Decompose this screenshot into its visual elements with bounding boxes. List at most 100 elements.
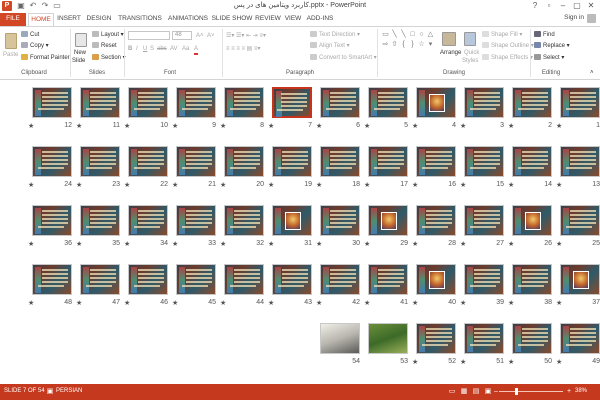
transition-star-icon[interactable]: ★	[172, 122, 178, 130]
transition-star-icon[interactable]: ★	[364, 240, 370, 248]
transition-star-icon[interactable]: ★	[556, 240, 562, 248]
slide-thumbnail[interactable]: ★ 8	[220, 87, 264, 130]
zoom-level[interactable]: 38%	[575, 388, 587, 394]
slide-preview[interactable]	[224, 205, 264, 236]
slide-preview[interactable]	[560, 146, 600, 177]
slide-preview[interactable]	[176, 205, 216, 236]
slide-preview[interactable]	[32, 205, 72, 236]
maximize-icon[interactable]: ▢	[570, 0, 584, 12]
slide-preview[interactable]	[464, 146, 504, 177]
tab-animations[interactable]: ANIMATIONS	[166, 13, 210, 26]
transition-star-icon[interactable]: ★	[508, 299, 514, 307]
transition-star-icon[interactable]: ★	[556, 122, 562, 130]
slide-thumbnail[interactable]: ★ 45	[172, 264, 216, 307]
slide-thumbnail[interactable]: ★ 7	[268, 87, 312, 130]
transition-star-icon[interactable]: ★	[316, 299, 322, 307]
slide-preview[interactable]	[416, 205, 456, 236]
slide-thumbnail[interactable]: ★ 18	[316, 146, 360, 189]
slide-thumbnail[interactable]: ★ 2	[508, 87, 552, 130]
change-case-button[interactable]: Aa	[182, 45, 189, 53]
slide-preview[interactable]	[512, 205, 552, 236]
slide-thumbnail[interactable]: ★ 36	[28, 205, 72, 248]
transition-star-icon[interactable]: ★	[220, 240, 226, 248]
slide-preview[interactable]	[224, 87, 264, 118]
slide-preview[interactable]	[176, 264, 216, 295]
slide-thumbnail[interactable]: ★ 17	[364, 146, 408, 189]
transition-star-icon[interactable]: ★	[172, 240, 178, 248]
slide-preview[interactable]	[464, 87, 504, 118]
tab-add-ins[interactable]: ADD-INS	[305, 13, 335, 26]
slide-preview[interactable]	[176, 87, 216, 118]
slide-thumbnail[interactable]: ★ 27	[460, 205, 504, 248]
slide-thumbnail[interactable]: ★ 43	[268, 264, 312, 307]
slide-thumbnail[interactable]: ★ 48	[28, 264, 72, 307]
slide-preview[interactable]	[128, 205, 168, 236]
transition-star-icon[interactable]: ★	[460, 358, 466, 366]
align-text-button[interactable]: Align Text ▾	[310, 42, 350, 50]
transition-star-icon[interactable]: ★	[316, 240, 322, 248]
slide-preview[interactable]	[416, 264, 456, 295]
transition-star-icon[interactable]: ★	[412, 240, 418, 248]
transition-star-icon[interactable]: ★	[364, 181, 370, 189]
slide-thumbnail[interactable]: ★ 42	[316, 264, 360, 307]
transition-star-icon[interactable]: ★	[508, 240, 514, 248]
transition-star-icon[interactable]: ★	[172, 181, 178, 189]
cut-button[interactable]: Cut	[21, 31, 39, 39]
transition-star-icon[interactable]: ★	[556, 299, 562, 307]
slide-thumbnail[interactable]: ★ 34	[124, 205, 168, 248]
font-name-combobox[interactable]	[128, 31, 170, 40]
transition-star-icon[interactable]: ★	[460, 240, 466, 248]
slide-thumbnail[interactable]: 53	[368, 323, 408, 365]
slide-thumbnail[interactable]: ★ 41	[364, 264, 408, 307]
transition-star-icon[interactable]: ★	[460, 299, 466, 307]
slide-preview[interactable]	[512, 264, 552, 295]
slide-preview[interactable]	[224, 264, 264, 295]
zoom-in-icon[interactable]: +	[565, 388, 573, 395]
slide-preview[interactable]	[128, 87, 168, 118]
slide-thumbnail[interactable]: ★ 35	[76, 205, 120, 248]
tab-view[interactable]: VIEW	[283, 13, 303, 26]
avatar[interactable]	[587, 14, 596, 23]
grow-font-icon[interactable]: A˄	[196, 32, 204, 40]
slide-thumbnail[interactable]: ★ 37	[556, 264, 600, 307]
arrange-button[interactable]: Arrange	[440, 49, 461, 57]
slide-thumbnail[interactable]: ★ 16	[412, 146, 456, 189]
collapse-ribbon-icon[interactable]: ˄	[590, 69, 594, 77]
slide-thumbnail[interactable]: ★ 29	[364, 205, 408, 248]
tab-file[interactable]: FILE	[0, 13, 26, 26]
tab-insert[interactable]: INSERT	[56, 13, 82, 26]
transition-star-icon[interactable]: ★	[268, 299, 274, 307]
bullets-button[interactable]: ☰▾ ☰▾ ⇤ ⇥ ≡▾	[226, 32, 266, 40]
transition-star-icon[interactable]: ★	[268, 181, 274, 189]
slide-preview[interactable]	[464, 205, 504, 236]
transition-star-icon[interactable]: ★	[508, 358, 514, 366]
slide-thumbnail[interactable]: ★ 21	[172, 146, 216, 189]
slideshow-view-icon[interactable]: ▣	[484, 388, 492, 395]
slide-thumbnail[interactable]: ★ 51	[460, 323, 504, 366]
language-indicator[interactable]: PERSIAN	[56, 388, 82, 394]
slide-preview[interactable]	[32, 87, 72, 118]
slide-preview[interactable]	[368, 323, 408, 354]
slide-thumbnail[interactable]: ★ 11	[76, 87, 120, 130]
transition-star-icon[interactable]: ★	[412, 122, 418, 130]
slide-thumbnail[interactable]: ★ 14	[508, 146, 552, 189]
transition-star-icon[interactable]: ★	[316, 181, 322, 189]
zoom-slider-handle[interactable]	[515, 388, 518, 395]
ribbon-display-options-icon[interactable]: ▫	[542, 0, 556, 12]
font-color-button[interactable]: A	[194, 45, 199, 55]
help-icon[interactable]: ?	[528, 0, 542, 12]
slide-thumbnail[interactable]: ★ 39	[460, 264, 504, 307]
slide-preview[interactable]	[512, 87, 552, 118]
slide-preview[interactable]	[272, 87, 312, 118]
tab-slide-show[interactable]: SLIDE SHOW	[211, 13, 253, 26]
transition-star-icon[interactable]: ★	[508, 181, 514, 189]
tab-review[interactable]: REVIEW	[254, 13, 282, 26]
transition-star-icon[interactable]: ★	[556, 181, 562, 189]
slide-thumbnail[interactable]: ★ 12	[28, 87, 72, 130]
slide-thumbnail[interactable]: ★ 10	[124, 87, 168, 130]
shape-effects-button[interactable]: Shape Effects ▾	[482, 54, 533, 62]
reset-button[interactable]: Reset	[92, 42, 117, 50]
transition-star-icon[interactable]: ★	[124, 299, 130, 307]
section-button[interactable]: Section ▾	[92, 54, 126, 62]
minimize-icon[interactable]: –	[556, 0, 570, 12]
